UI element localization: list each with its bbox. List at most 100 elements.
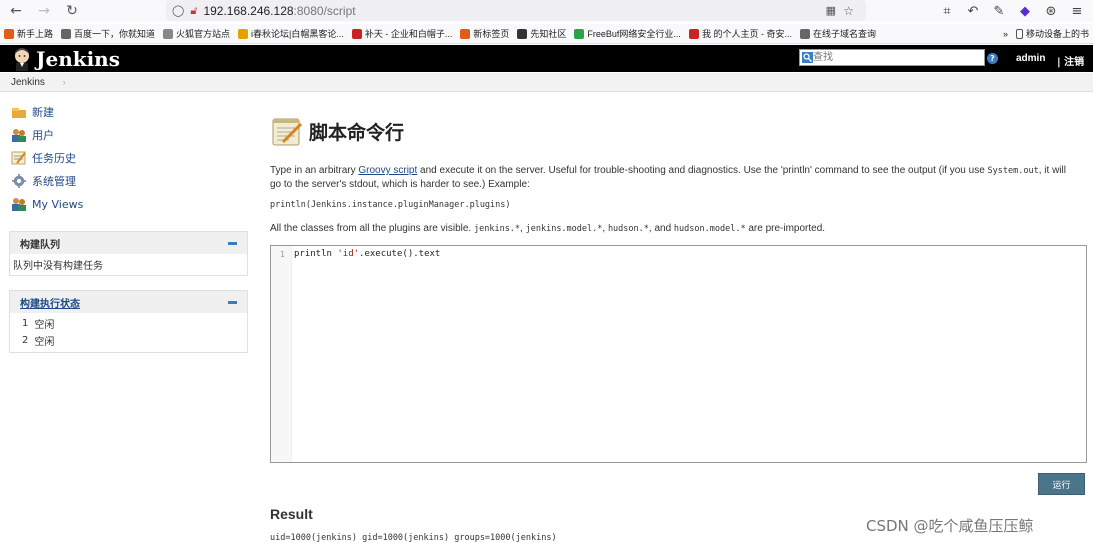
executor-status: 空闲 xyxy=(34,320,55,331)
task-label[interactable]: 新建 xyxy=(32,104,54,120)
url-bar[interactable]: ◯ 🔓︎ 192.168.246.128:8080/script ▦ ☆ xyxy=(166,0,866,21)
task-label[interactable]: 任务历史 xyxy=(32,150,76,166)
bookmark-label[interactable]: 百度一下，你就知道 xyxy=(74,27,155,40)
bookmark-item[interactable]: i春秋论坛|白帽黑客论... xyxy=(234,27,348,40)
editor-gutter xyxy=(271,246,292,462)
page-title-row: 脚本命令行 xyxy=(271,115,404,147)
task-my-views[interactable]: My Views xyxy=(11,197,83,211)
executor-row: 2 空闲 xyxy=(10,332,247,349)
classes-text: are pre-imported. xyxy=(745,223,826,234)
jenkins-logo[interactable]: Jenkins xyxy=(0,47,120,71)
breadcrumb-arrow-icon[interactable]: › xyxy=(63,78,66,87)
executors-title[interactable]: 构建执行状态 xyxy=(20,295,80,310)
bookmark-label[interactable]: 我 的个人主页 - 奇安... xyxy=(702,27,792,40)
bookmark-item[interactable]: 我 的个人主页 - 奇安... xyxy=(685,27,796,40)
bookmark-favicon-icon xyxy=(61,28,72,39)
search-box[interactable] xyxy=(799,49,985,66)
reload-icon[interactable]: ↻ xyxy=(62,1,82,21)
bookmark-star-icon[interactable]: ☆ xyxy=(843,4,854,18)
collapse-icon[interactable] xyxy=(228,241,237,245)
task-new-item[interactable]: 新建 xyxy=(11,104,54,120)
task-label[interactable]: 用户 xyxy=(32,127,54,143)
bookmark-item[interactable]: 补天 - 企业和白帽子... xyxy=(348,27,457,40)
classes-text: , and xyxy=(648,223,674,234)
page-title: 脚本命令行 xyxy=(309,121,405,144)
classes-code: jenkins.model.* xyxy=(525,224,603,234)
desc-text: Type in an arbitrary xyxy=(270,165,359,176)
result-heading: Result xyxy=(270,506,313,522)
notepad-icon xyxy=(272,118,303,146)
manage-jenkins-icon xyxy=(12,174,26,188)
script-description: Type in an arbitrary Groovy script and e… xyxy=(270,164,1070,192)
bookmark-favicon-icon xyxy=(799,28,810,39)
task-users[interactable]: 用户 xyxy=(11,127,54,143)
watermark: CSDN @吃个咸鱼压压鲸 xyxy=(866,517,1034,535)
bookmark-label[interactable]: 新标签页 xyxy=(473,27,509,40)
executors-header: 构建执行状态 xyxy=(10,291,247,313)
executors-pane: 构建执行状态 1 空闲 2 空闲 xyxy=(9,290,248,353)
collapse-icon[interactable] xyxy=(228,300,237,304)
mobile-bookmarks-label[interactable]: 移动设备上的书 xyxy=(1026,27,1089,40)
user-link[interactable]: admin xyxy=(1016,53,1045,64)
url-text: 192.168.246.128:8080/script xyxy=(203,3,356,18)
example-code: println(Jenkins.instance.pluginManager.p… xyxy=(270,200,511,210)
build-queue-title: 构建队列 xyxy=(20,239,60,251)
bookmark-label[interactable]: 补天 - 企业和白帽子... xyxy=(365,27,453,40)
bookmark-item[interactable]: 在线子域名查询 xyxy=(796,27,880,40)
script-code[interactable]: println 'id'.execute().text xyxy=(294,249,440,259)
task-label[interactable]: My Views xyxy=(32,198,83,211)
run-button[interactable]: 运行 xyxy=(1038,473,1085,495)
bookmark-item[interactable]: 新手上路 xyxy=(0,27,57,40)
classes-code: hudson.model.* xyxy=(673,224,746,234)
bookmark-label[interactable]: i春秋论坛|白帽黑客论... xyxy=(251,27,344,40)
qr-code-icon[interactable]: ▦ xyxy=(826,4,836,17)
menu-icon[interactable]: ≡ xyxy=(1067,1,1087,21)
bookmark-item[interactable]: 火狐官方站点 xyxy=(159,27,234,40)
search-icon xyxy=(802,52,813,63)
bookmark-label[interactable]: 新手上路 xyxy=(17,27,53,40)
bookmark-label[interactable]: 火狐官方站点 xyxy=(176,27,230,40)
shield-icon: ◯ xyxy=(172,4,185,17)
mobile-bookmarks[interactable]: 移动设备上的书 xyxy=(1012,27,1093,40)
undo-icon[interactable]: ↶ xyxy=(963,1,983,21)
bookmarks-overflow-icon[interactable]: » xyxy=(999,29,1012,39)
script-editor[interactable]: 1 println 'id'.execute().text xyxy=(270,245,1087,463)
executor-number: 1 xyxy=(22,318,29,329)
executor-status: 空闲 xyxy=(34,337,55,348)
insecure-lock-icon[interactable]: 🔓︎ xyxy=(190,4,197,18)
bookmark-label[interactable]: FreeBuf网络安全行业... xyxy=(587,27,681,40)
bookmark-favicon-icon xyxy=(574,28,585,39)
help-icon[interactable]: ? xyxy=(987,53,998,64)
bookmark-item[interactable]: 百度一下，你就知道 xyxy=(57,27,159,40)
extension-icon[interactable]: ✎ xyxy=(989,1,1009,21)
bookmark-item[interactable]: 先知社区 xyxy=(513,27,570,40)
users-icon xyxy=(12,129,26,142)
logout-link[interactable]: | 注销 xyxy=(1057,53,1084,68)
butler-icon xyxy=(15,47,29,71)
back-icon[interactable]: ← xyxy=(6,1,26,21)
task-label[interactable]: 系统管理 xyxy=(32,173,76,189)
bookmark-item[interactable]: FreeBuf网络安全行业... xyxy=(570,27,685,40)
task-build-history[interactable]: 任务历史 xyxy=(11,150,76,166)
bookmark-label[interactable]: 在线子域名查询 xyxy=(813,27,876,40)
breadcrumb-root[interactable]: Jenkins xyxy=(11,77,45,88)
extension-hex-icon[interactable]: ◆ xyxy=(1015,1,1035,21)
breadcrumb: Jenkins › xyxy=(0,73,1093,92)
new-item-icon xyxy=(12,108,26,118)
code-string: 'id' xyxy=(337,249,360,259)
bookmark-item[interactable]: 新标签页 xyxy=(456,27,513,40)
screenshot-icon[interactable]: ⌗ xyxy=(937,1,957,21)
bookmark-favicon-icon xyxy=(351,28,362,39)
bookmark-favicon-icon xyxy=(688,28,699,39)
bookmark-favicon-icon xyxy=(517,28,528,39)
classes-code: jenkins.* xyxy=(473,224,521,234)
forward-icon[interactable]: → xyxy=(34,1,54,21)
executor-row: 1 空闲 xyxy=(10,315,247,332)
groovy-script-link[interactable]: Groovy script xyxy=(358,165,417,176)
bookmark-label[interactable]: 先知社区 xyxy=(530,27,566,40)
result-output: uid=1000(jenkins) gid=1000(jenkins) grou… xyxy=(270,533,557,543)
search-input[interactable] xyxy=(813,50,973,65)
account-icon[interactable]: ⊛ xyxy=(1041,1,1061,21)
build-queue-pane: 构建队列 队列中没有构建任务 xyxy=(9,231,248,276)
task-manage-jenkins[interactable]: 系统管理 xyxy=(11,173,76,189)
